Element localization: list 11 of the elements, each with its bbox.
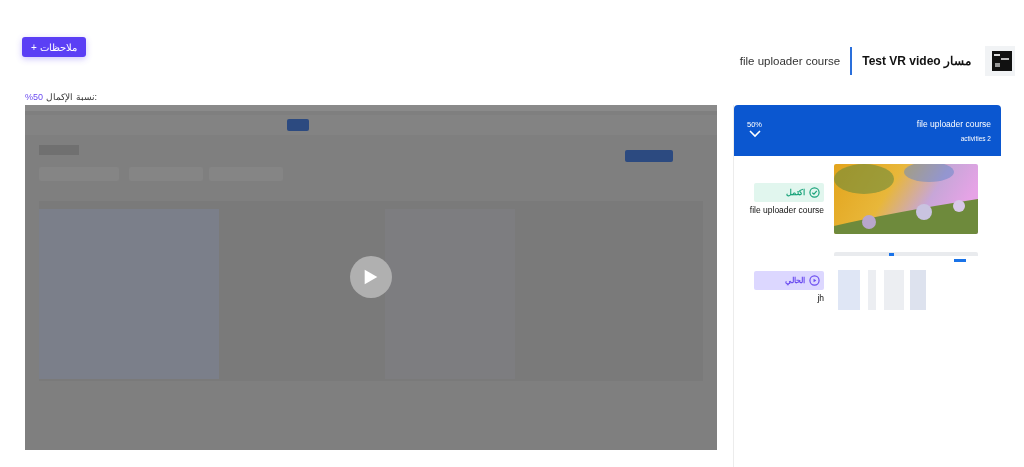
chevron-icon[interactable] <box>748 129 761 138</box>
path-title: مسار Test VR video <box>862 54 971 68</box>
completion-value: %50 <box>25 92 43 102</box>
course-title: file uploader course <box>916 119 991 129</box>
current-badge: الحالي <box>754 271 824 290</box>
completed-badge: اكتمل <box>754 183 824 202</box>
completion-label: نسبة الإكمال: <box>46 92 98 102</box>
notes-button[interactable]: + ملاحظات <box>22 37 86 57</box>
activity-title[interactable]: file uploader course <box>749 205 824 215</box>
course-name: file uploader course <box>739 55 841 67</box>
activity-title[interactable]: jh <box>817 293 824 303</box>
